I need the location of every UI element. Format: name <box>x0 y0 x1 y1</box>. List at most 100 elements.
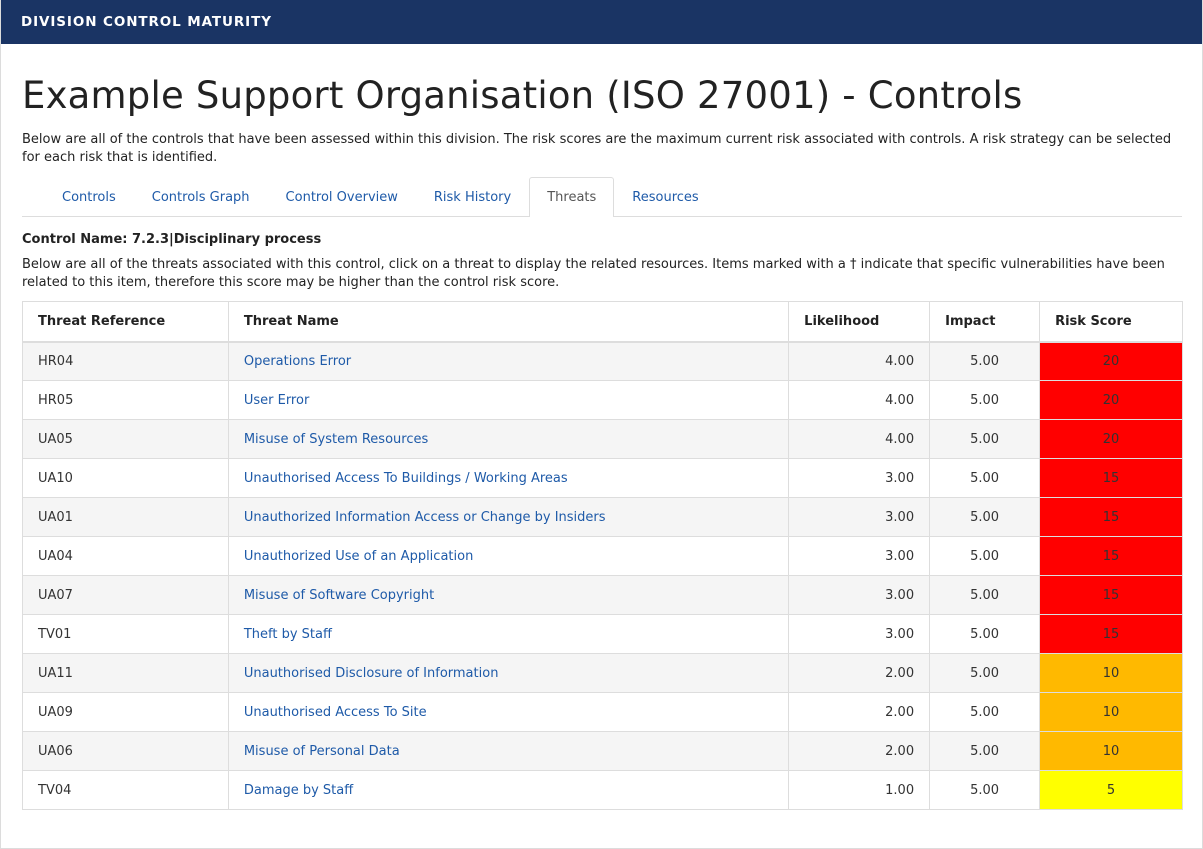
threat-reference-cell: HR04 <box>22 341 229 381</box>
tab-label: Threats <box>547 190 597 205</box>
risk-score-cell: 10 <box>1039 653 1183 693</box>
likelihood-cell: 1.00 <box>788 770 931 810</box>
threat-reference-cell: UA07 <box>22 575 229 615</box>
table-row[interactable]: TV01 Theft by Staff 3.00 5.00 15 <box>22 614 1183 654</box>
risk-score-cell: 10 <box>1039 731 1183 771</box>
header-risk-score[interactable]: Risk Score <box>1039 301 1183 343</box>
threat-reference-cell: HR05 <box>22 380 229 420</box>
threat-name-link[interactable]: Misuse of System Resources <box>227 419 790 459</box>
impact-cell: 5.00 <box>929 692 1041 732</box>
likelihood-cell: 4.00 <box>788 341 931 381</box>
impact-cell: 5.00 <box>929 575 1041 615</box>
impact-cell: 5.00 <box>929 770 1041 810</box>
page-intro: Below are all of the controls that have … <box>22 132 1172 165</box>
tab-threats[interactable]: Threats <box>529 177 615 217</box>
impact-cell: 5.00 <box>929 341 1041 381</box>
impact-cell: 5.00 <box>929 458 1041 498</box>
tab-label: Controls <box>62 189 116 205</box>
risk-score-cell: 15 <box>1039 614 1183 654</box>
page-title: Example Support Organisation (ISO 27001)… <box>22 74 1023 117</box>
risk-score-cell: 20 <box>1039 419 1183 459</box>
table-row[interactable]: UA11 Unauthorised Disclosure of Informati… <box>22 653 1183 693</box>
table-row[interactable]: UA01 Unauthorized Information Access or C… <box>22 497 1183 537</box>
impact-cell: 5.00 <box>929 380 1041 420</box>
risk-score-cell: 15 <box>1039 458 1183 498</box>
threat-reference-cell: UA10 <box>22 458 229 498</box>
threat-name-link[interactable]: User Error <box>227 380 790 420</box>
risk-score-cell: 10 <box>1039 692 1183 732</box>
threat-reference-cell: UA05 <box>22 419 229 459</box>
likelihood-cell: 3.00 <box>788 536 931 576</box>
impact-cell: 5.00 <box>929 653 1041 693</box>
control-name: Control Name: 7.2.3|Disciplinary process <box>22 232 322 247</box>
threats-table: Threat Reference Threat Name Likelihood … <box>22 301 1183 810</box>
header-threat-name[interactable]: Threat Name <box>227 301 790 343</box>
table-row[interactable]: HR05 User Error 4.00 5.00 20 <box>22 380 1183 420</box>
header-threat-reference[interactable]: Threat Reference <box>22 301 229 343</box>
table-row[interactable]: UA09 Unauthorised Access To Site 2.00 5.00 1… <box>22 692 1183 732</box>
threat-reference-cell: UA04 <box>22 536 229 576</box>
tab-bar: Controls Controls Graph Control Overview… <box>22 177 1182 217</box>
impact-cell: 5.00 <box>929 614 1041 654</box>
threats-description: Below are all of the threats associated … <box>22 257 1165 290</box>
tab-label: Resources <box>632 189 699 205</box>
tab-label: Controls Graph <box>151 189 250 205</box>
threat-reference-cell: UA11 <box>22 653 229 693</box>
threat-name-link[interactable]: Damage by Staff <box>227 770 790 810</box>
tab-control-overview[interactable]: Control Overview <box>268 177 416 216</box>
tab-label: Risk History <box>433 189 512 205</box>
likelihood-cell: 3.00 <box>788 614 931 654</box>
likelihood-cell: 3.00 <box>788 458 931 498</box>
table-row[interactable]: UA05 Misuse of System Resources 4.00 5.00 20 <box>22 419 1183 459</box>
threat-name-link[interactable]: Misuse of Software Copyright <box>227 575 790 615</box>
likelihood-cell: 3.00 <box>788 497 931 537</box>
threat-reference-cell: UA09 <box>22 692 229 732</box>
threat-name-link[interactable]: Unauthorized Information Access or Chang… <box>227 497 790 537</box>
risk-score-cell: 15 <box>1039 497 1183 537</box>
page-frame: DIVISION CONTROL MATURITY Example Suppor… <box>0 0 1203 849</box>
table-row[interactable]: UA07 Misuse of Software Copyright 3.00 5.00… <box>22 575 1183 615</box>
impact-cell: 5.00 <box>929 731 1041 771</box>
tab-label: Control Overview <box>285 189 398 205</box>
threat-name-link[interactable]: Unauthorised Access To Buildings / Worki… <box>227 458 790 498</box>
threat-reference-cell: UA01 <box>22 497 229 537</box>
table-header-row: Threat Reference Threat Name Likelihood … <box>22 301 1183 343</box>
threat-name-link[interactable]: Unauthorised Access To Site <box>227 692 790 732</box>
impact-cell: 5.00 <box>929 419 1041 459</box>
risk-score-cell: 15 <box>1039 575 1183 615</box>
risk-score-cell: 5 <box>1039 770 1183 810</box>
threat-name-link[interactable]: Unauthorized Use of an Application <box>227 536 790 576</box>
table-row[interactable]: UA06 Misuse of Personal Data 2.00 5.00 10 <box>22 731 1183 771</box>
threat-name-link[interactable]: Operations Error <box>227 341 790 381</box>
top-bar: DIVISION CONTROL MATURITY <box>1 0 1202 44</box>
table-row[interactable]: UA04 Unauthorized Use of an Application 3.… <box>22 536 1183 576</box>
tab-controls[interactable]: Controls <box>44 177 134 216</box>
threat-reference-cell: UA06 <box>22 731 229 771</box>
threat-name-link[interactable]: Unauthorised Disclosure of Information <box>227 653 790 693</box>
tab-resources[interactable]: Resources <box>614 177 716 216</box>
top-bar-title: DIVISION CONTROL MATURITY <box>21 14 272 30</box>
likelihood-cell: 2.00 <box>788 653 931 693</box>
table-row[interactable]: HR04 Operations Error 4.00 5.00 20 <box>22 341 1183 381</box>
impact-cell: 5.00 <box>929 497 1041 537</box>
likelihood-cell: 4.00 <box>788 419 931 459</box>
threat-reference-cell: TV01 <box>22 614 229 654</box>
likelihood-cell: 2.00 <box>788 692 931 732</box>
likelihood-cell: 4.00 <box>788 380 931 420</box>
tab-controls-graph[interactable]: Controls Graph <box>134 177 268 216</box>
impact-cell: 5.00 <box>929 536 1041 576</box>
main-content: Example Support Organisation (ISO 27001)… <box>1 74 1202 810</box>
table-row[interactable]: UA10 Unauthorised Access To Buildings / W… <box>22 458 1183 498</box>
risk-score-cell: 20 <box>1039 380 1183 420</box>
threat-name-link[interactable]: Theft by Staff <box>227 614 790 654</box>
tab-risk-history[interactable]: Risk History <box>416 177 529 216</box>
threat-reference-cell: TV04 <box>22 770 229 810</box>
threat-name-link[interactable]: Misuse of Personal Data <box>227 731 790 771</box>
likelihood-cell: 3.00 <box>788 575 931 615</box>
likelihood-cell: 2.00 <box>788 731 931 771</box>
header-impact[interactable]: Impact <box>929 301 1041 343</box>
risk-score-cell: 15 <box>1039 536 1183 576</box>
risk-score-cell: 20 <box>1039 341 1183 381</box>
table-row[interactable]: TV04 Damage by Staff 1.00 5.00 5 <box>22 770 1183 810</box>
header-likelihood[interactable]: Likelihood <box>788 301 931 343</box>
